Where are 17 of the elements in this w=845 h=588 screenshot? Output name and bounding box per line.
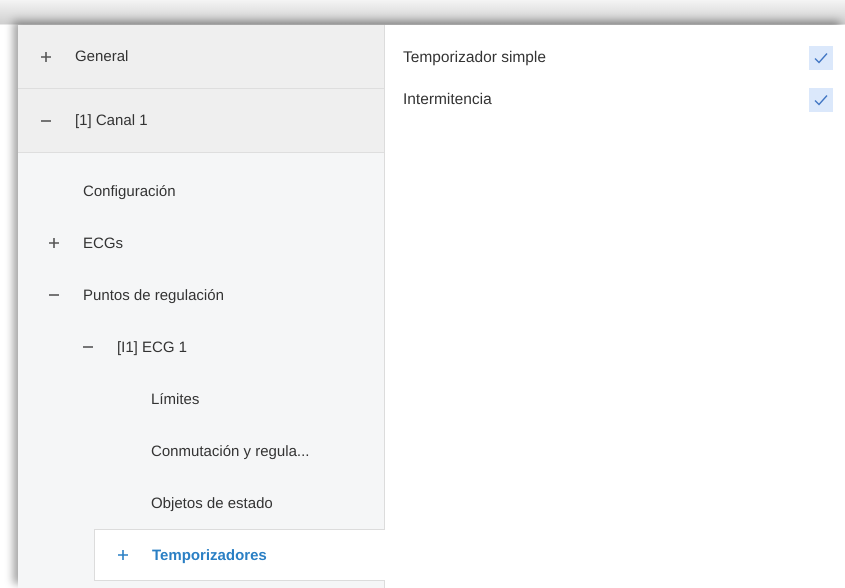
checkbox[interactable]: [809, 88, 833, 112]
plus-icon[interactable]: [117, 549, 129, 561]
tree-item-label[interactable]: General: [75, 48, 128, 65]
tree-item-label[interactable]: Puntos de regulación: [83, 286, 224, 304]
tree-item-label[interactable]: Configuración: [83, 182, 176, 200]
tree-item[interactable]: Temporizadores: [94, 529, 385, 581]
tree-item-label[interactable]: [1] Canal 1: [75, 112, 148, 129]
tree-item-label[interactable]: Límites: [151, 390, 200, 408]
checkbox[interactable]: [809, 46, 833, 70]
option-label: Intermitencia: [403, 91, 492, 109]
plus-icon[interactable]: [40, 50, 52, 62]
tree-item-label[interactable]: ECGs: [83, 234, 124, 252]
tree-item-label[interactable]: [I1] ECG 1: [117, 338, 188, 356]
tree-item-label[interactable]: Objetos de estado: [151, 494, 273, 512]
option-label: Temporizador simple: [403, 49, 546, 67]
plus-icon[interactable]: [48, 237, 60, 249]
tree-item-label[interactable]: Conmutación y regula...: [151, 442, 310, 460]
